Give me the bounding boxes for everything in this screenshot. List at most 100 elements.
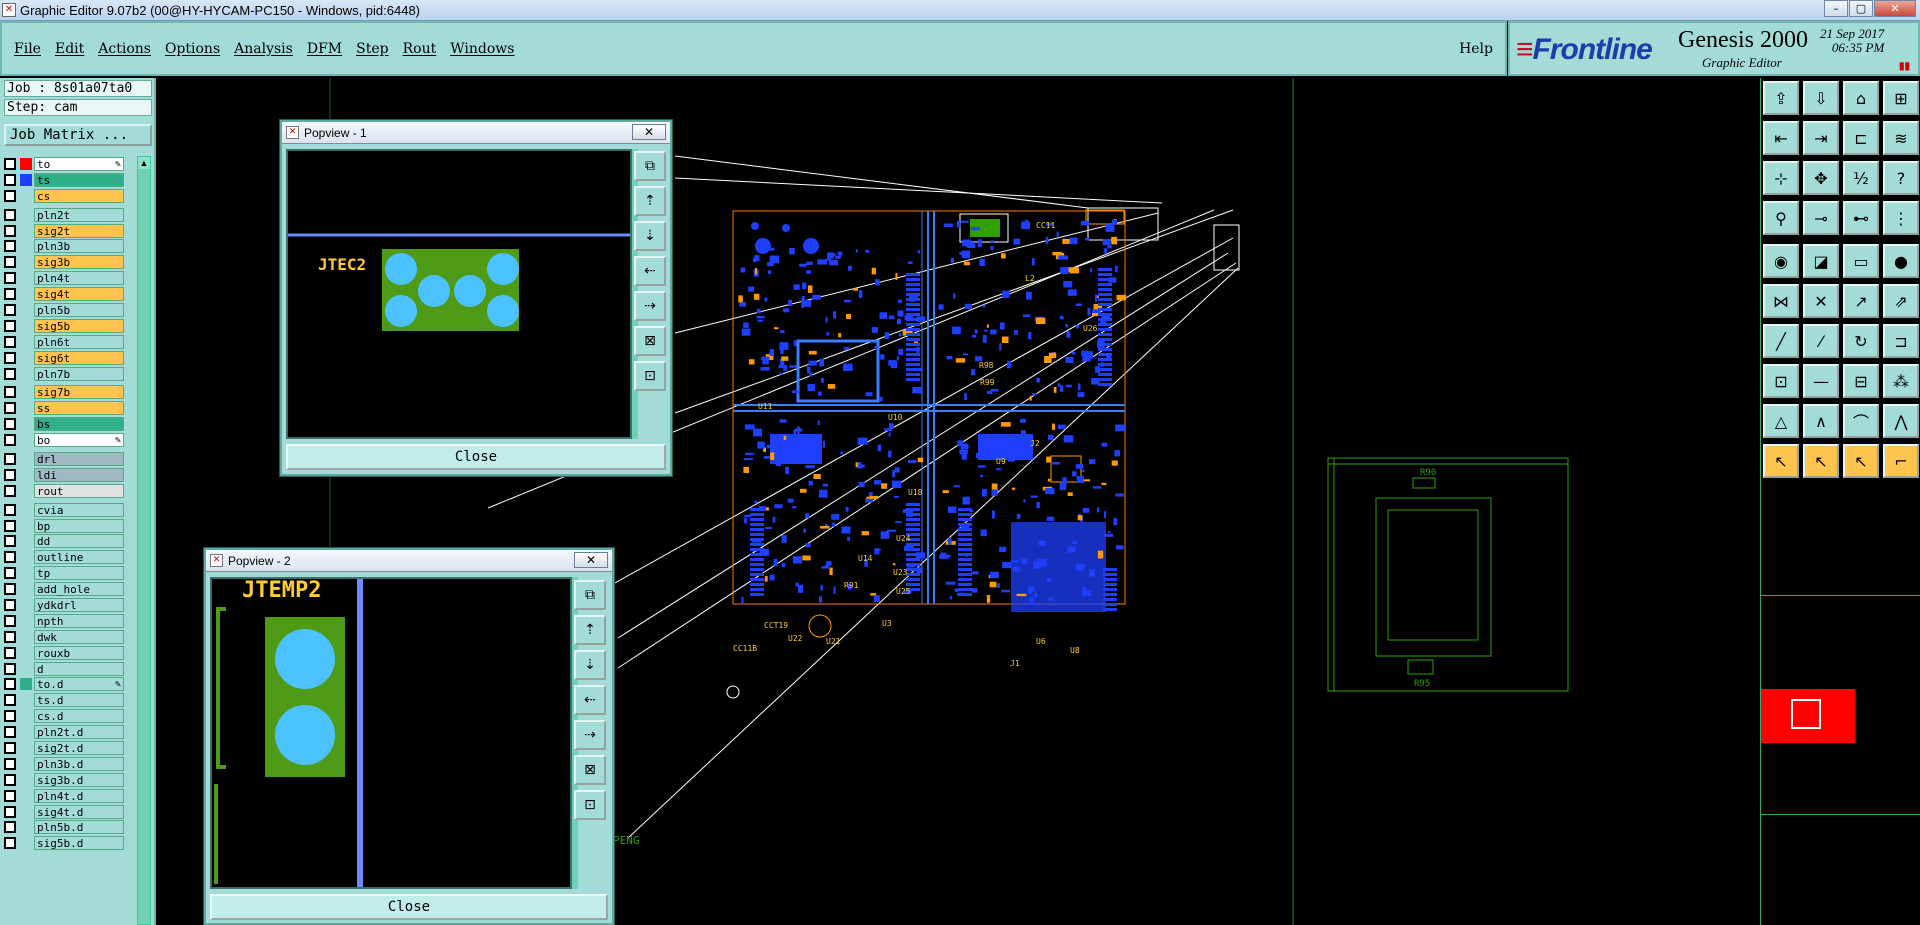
layer-color-swatch[interactable] bbox=[20, 453, 32, 465]
zoom-in-icon[interactable]: ⊠ bbox=[574, 755, 606, 785]
layer-color-swatch[interactable] bbox=[20, 726, 32, 738]
layer-name[interactable]: cs.d bbox=[34, 709, 124, 724]
layer-checkbox[interactable] bbox=[4, 452, 16, 465]
toolbar-bracket-button[interactable]: ⊐ bbox=[1883, 324, 1919, 358]
layer-checkbox[interactable] bbox=[4, 551, 16, 564]
layer-row[interactable]: rout bbox=[4, 483, 124, 499]
toolbar-text-button[interactable]: ⊟ bbox=[1843, 364, 1879, 398]
layer-color-swatch[interactable] bbox=[20, 551, 32, 563]
layer-scrollbar[interactable]: ▲ bbox=[137, 156, 151, 925]
layer-color-swatch[interactable] bbox=[20, 256, 32, 268]
layer-row[interactable]: ts bbox=[4, 172, 124, 188]
layer-color-swatch[interactable] bbox=[20, 402, 32, 414]
toolbar-pad-add-button[interactable]: ⊡ bbox=[1763, 364, 1799, 398]
layer-row[interactable]: sig2t.d bbox=[4, 740, 124, 756]
layer-name[interactable]: ydkdrl bbox=[34, 597, 124, 612]
layer-checkbox[interactable] bbox=[4, 335, 16, 348]
layer-color-swatch[interactable] bbox=[20, 678, 32, 691]
layer-checkbox[interactable] bbox=[4, 630, 16, 643]
layer-row[interactable]: sig4t.d bbox=[4, 804, 124, 820]
layer-checkbox[interactable] bbox=[4, 351, 16, 364]
layer-row[interactable]: d bbox=[4, 661, 124, 677]
layer-checkbox[interactable] bbox=[4, 614, 16, 627]
layer-row[interactable]: pln2t.d bbox=[4, 724, 124, 740]
layer-checkbox[interactable] bbox=[4, 468, 16, 481]
job-matrix-button[interactable]: Job Matrix ... bbox=[4, 124, 152, 146]
toolbar-ruler-button[interactable]: ▭ bbox=[1843, 244, 1879, 278]
layer-name[interactable]: pln3b.d bbox=[34, 756, 124, 771]
toolbar-open-button[interactable]: ⇪ bbox=[1763, 81, 1799, 115]
popview-2-titlebar[interactable]: ✕ Popview - 2 bbox=[206, 550, 612, 572]
layer-checkbox[interactable] bbox=[4, 189, 16, 202]
toolbar-home-button[interactable]: ⌂ bbox=[1843, 81, 1879, 115]
layer-name[interactable]: rout bbox=[34, 483, 124, 498]
popview-2-close-x[interactable]: ✕ bbox=[574, 552, 608, 568]
layer-color-swatch[interactable] bbox=[20, 352, 32, 364]
layer-checkbox[interactable] bbox=[4, 757, 16, 770]
toolbar-grid-button[interactable]: ⊞ bbox=[1883, 81, 1919, 115]
layer-checkbox[interactable] bbox=[4, 535, 16, 548]
layer-row[interactable]: add_hole bbox=[4, 581, 124, 597]
layer-color-swatch[interactable] bbox=[20, 209, 32, 221]
toolbar-save-button[interactable]: ⇩ bbox=[1803, 81, 1839, 115]
layer-name[interactable]: outline bbox=[34, 550, 124, 565]
toolbar-fit-button[interactable]: ⊹ bbox=[1763, 161, 1799, 195]
layer-color-swatch[interactable] bbox=[20, 758, 32, 770]
toolbar-slash-button[interactable]: ⁄ bbox=[1803, 324, 1839, 358]
layer-row[interactable]: ts.d bbox=[4, 692, 124, 708]
layer-checkbox[interactable] bbox=[4, 805, 16, 818]
layer-checkbox[interactable] bbox=[4, 789, 16, 802]
layer-row[interactable]: bo ✎ bbox=[4, 432, 124, 448]
layer-name[interactable]: sig2t bbox=[34, 223, 124, 238]
layer-checkbox[interactable] bbox=[4, 173, 16, 186]
toolbar-symbol-button[interactable]: ≋ bbox=[1883, 121, 1919, 155]
layer-row[interactable]: pln4t bbox=[4, 270, 124, 286]
popview-1-titlebar[interactable]: ✕ Popview - 1 bbox=[282, 122, 670, 144]
toolbar-triangle-button[interactable]: △ bbox=[1763, 404, 1799, 438]
layer-color-swatch[interactable] bbox=[20, 694, 32, 706]
layer-name[interactable]: drl bbox=[34, 451, 124, 466]
layer-checkbox[interactable] bbox=[4, 710, 16, 723]
layer-checkbox[interactable] bbox=[4, 256, 16, 269]
layer-checkbox[interactable] bbox=[4, 583, 16, 596]
layer-color-swatch[interactable] bbox=[20, 774, 32, 786]
layer-name[interactable]: dwk bbox=[34, 629, 124, 644]
layer-color-swatch[interactable] bbox=[20, 821, 32, 833]
layer-row[interactable]: bp bbox=[4, 518, 124, 534]
layer-color-swatch[interactable] bbox=[20, 386, 32, 398]
layer-checkbox[interactable] bbox=[4, 837, 16, 850]
popview-1-view[interactable]: JTEC2 bbox=[286, 149, 632, 439]
toolbar-link-button[interactable]: ⇗ bbox=[1883, 284, 1919, 318]
layer-row[interactable]: drl bbox=[4, 451, 124, 467]
layer-checkbox[interactable] bbox=[4, 402, 16, 415]
layer-name[interactable]: sig3b bbox=[34, 255, 124, 270]
layer-name[interactable]: sig3b.d bbox=[34, 772, 124, 787]
menu-dfm[interactable]: DFM bbox=[307, 41, 342, 57]
layer-color-swatch[interactable] bbox=[20, 535, 32, 547]
layer-checkbox[interactable] bbox=[4, 319, 16, 332]
layer-name[interactable]: pln6t bbox=[34, 334, 124, 349]
toolbar-arc-button[interactable]: ⌒ bbox=[1843, 404, 1879, 438]
menu-analysis[interactable]: Analysis bbox=[234, 41, 293, 57]
layer-name[interactable]: pln2t bbox=[34, 207, 124, 222]
layer-name[interactable]: sig7b bbox=[34, 385, 124, 400]
layer-name[interactable]: bo ✎ bbox=[34, 433, 124, 448]
layer-name[interactable]: to ✎ bbox=[34, 156, 124, 171]
layer-name[interactable]: cvia bbox=[34, 502, 124, 517]
layer-row[interactable]: npth bbox=[4, 613, 124, 629]
layer-color-swatch[interactable] bbox=[20, 157, 32, 170]
layer-name[interactable]: bs bbox=[34, 417, 124, 432]
toolbar-pick-button[interactable]: ↖ bbox=[1843, 444, 1879, 478]
layer-color-swatch[interactable] bbox=[20, 225, 32, 237]
layer-color-swatch[interactable] bbox=[20, 485, 32, 497]
zoom-fit-icon[interactable]: ⧉ bbox=[574, 580, 606, 610]
layer-color-swatch[interactable] bbox=[20, 583, 32, 595]
zoom-out-icon[interactable]: ⊡ bbox=[574, 790, 606, 820]
layer-row[interactable]: ldi bbox=[4, 467, 124, 483]
layer-name[interactable]: dd bbox=[34, 534, 124, 549]
layer-row[interactable]: outline bbox=[4, 549, 124, 565]
zoom-in-icon[interactable]: ⊠ bbox=[634, 326, 666, 356]
layer-color-swatch[interactable] bbox=[20, 336, 32, 348]
toolbar-point-button[interactable]: ● bbox=[1883, 244, 1919, 278]
layer-color-swatch[interactable] bbox=[20, 631, 32, 643]
